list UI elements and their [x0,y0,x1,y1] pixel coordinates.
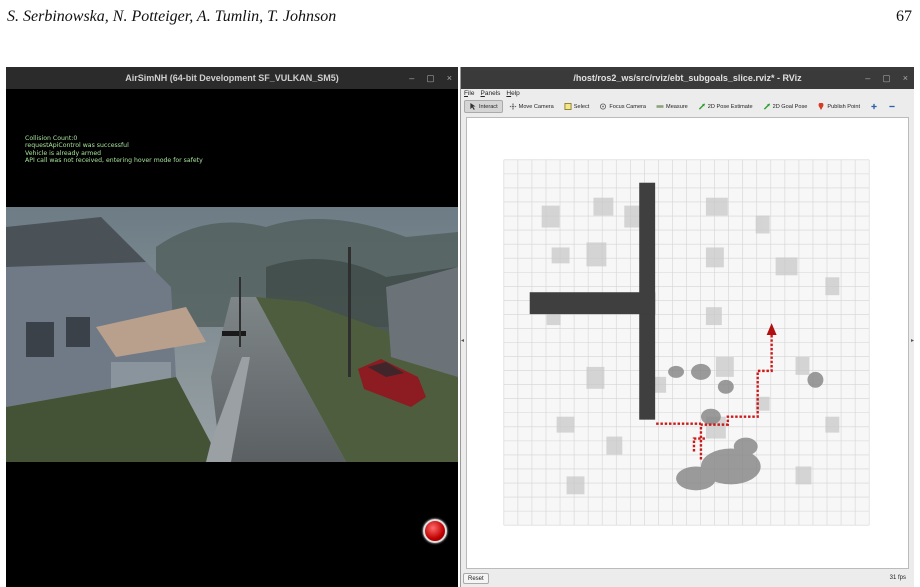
focus-camera-icon [600,103,607,110]
maximize-icon[interactable]: ▢ [426,67,435,89]
minimize-icon[interactable]: – [865,67,870,89]
record-button[interactable] [423,519,447,543]
airsim-titlebar: AirSimNH (64-bit Development SF_VULKAN_S… [6,67,458,89]
plus-icon [871,103,877,110]
cursor-icon [470,103,476,110]
rviz-window: /host/ros2_ws/src/rviz/ebt_subgoals_slic… [460,67,914,587]
airsim-title: AirSimNH (64-bit Development SF_VULKAN_S… [125,73,339,83]
menu-panels[interactable]: Panels [481,89,501,99]
publish-point-icon [818,103,824,110]
menu-help[interactable]: Help [506,89,519,99]
log-line: requestApiControl was successful [25,142,129,150]
fps-readout: 31 fps [889,575,906,581]
tool-remove[interactable] [884,100,900,113]
left-panel-handle[interactable]: ◂ [461,337,464,345]
measure-icon [656,105,664,108]
move-camera-icon [509,103,517,110]
pose-estimate-icon [698,103,705,110]
maximize-icon[interactable]: ▢ [882,67,891,89]
menu-file[interactable]: File [464,89,475,99]
right-panel-handle[interactable]: ▸ [911,337,914,345]
tool-focus-camera[interactable]: Focus Camera [595,100,650,113]
tool-2d-goal-pose[interactable]: 2D Goal Pose [759,100,812,113]
airsim-window: AirSimNH (64-bit Development SF_VULKAN_S… [6,67,458,587]
page-number: 67 [896,8,912,25]
rviz-3d-view[interactable] [466,117,909,569]
author-line: S. Serbinowska, N. Potteiger, A. Tumlin,… [7,8,337,25]
tool-add[interactable] [866,100,882,113]
goal-pose-icon [763,103,770,110]
tool-select[interactable]: Select [560,100,594,113]
status-bar: Reset 31 fps [461,570,914,587]
airsim-log: Collision Count:0 requestApiControl was … [25,135,203,164]
tool-move-camera[interactable]: Move Camera [505,100,558,113]
close-icon[interactable]: × [447,67,452,89]
tool-2d-pose-estimate[interactable]: 2D Pose Estimate [694,100,757,113]
reset-button[interactable]: Reset [463,573,489,584]
rviz-title: /host/ros2_ws/src/rviz/ebt_subgoals_slic… [573,73,802,83]
close-icon[interactable]: × [903,67,908,89]
select-icon [564,103,572,110]
tool-publish-point[interactable]: Publish Point [813,100,864,113]
minimize-icon[interactable]: – [409,67,414,89]
running-head: S. Serbinowska, N. Potteiger, A. Tumlin,… [0,0,920,40]
tool-bar: Interact Move Camera Select Focus Camera… [461,99,914,114]
menu-bar: File Panels Help [461,89,914,99]
log-line: Vehicle is already armed [25,149,102,157]
rviz-titlebar: /host/ros2_ws/src/rviz/ebt_subgoals_slic… [461,67,914,89]
neighborhood-scene [6,207,458,462]
log-line: API call was not received, entering hove… [25,156,203,164]
minus-icon [889,105,895,108]
occupancy-map [503,159,870,526]
log-line: Collision Count:0 [25,135,78,142]
tool-interact[interactable]: Interact [464,100,503,113]
tool-measure[interactable]: Measure [652,100,692,113]
